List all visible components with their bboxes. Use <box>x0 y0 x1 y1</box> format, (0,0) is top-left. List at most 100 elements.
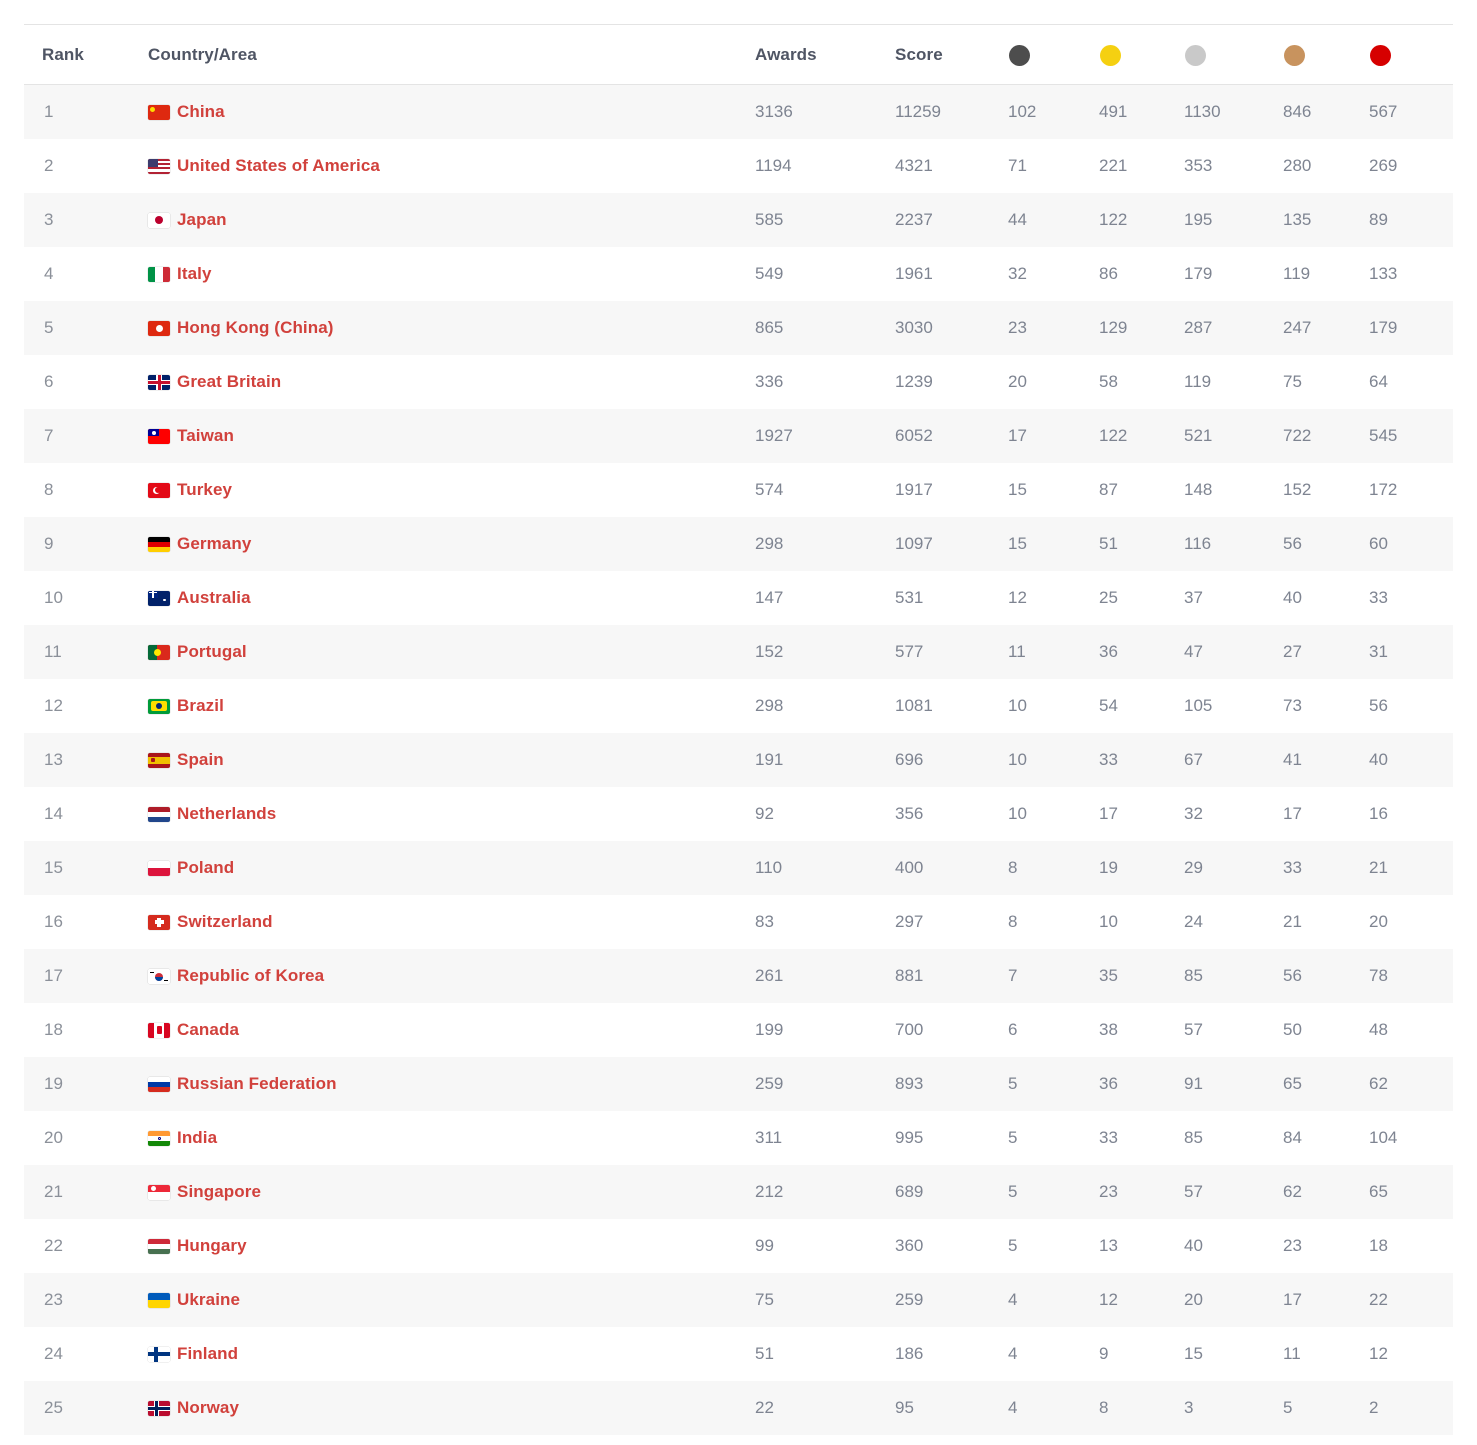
table-row[interactable]: 13 Spain 191 696 10 33 67 41 40 <box>24 733 1453 787</box>
table-row[interactable]: 3 Japan 585 2237 44 122 195 135 89 <box>24 193 1453 247</box>
flag-icon-hk <box>148 320 170 336</box>
table-row[interactable]: 2 United States of America 1194 4321 71 221 35… <box>24 139 1453 193</box>
country-link[interactable]: Switzerland <box>177 912 273 932</box>
table-row[interactable]: 8 Turkey 574 1917 15 87 148 152 172 <box>24 463 1453 517</box>
country-cell: China <box>148 85 755 140</box>
red-medal-cell: 179 <box>1369 318 1398 337</box>
flag-icon-gb <box>148 374 170 390</box>
bronze-medal-icon <box>1284 44 1305 66</box>
score-cell: 1961 <box>895 264 933 283</box>
gold-medal-cell: 33 <box>1099 750 1118 769</box>
country-link[interactable]: China <box>177 102 225 122</box>
table-row[interactable]: 16 Switzerland 83 297 8 10 24 21 20 <box>24 895 1453 949</box>
country-link[interactable]: Singapore <box>177 1182 261 1202</box>
country-link[interactable]: Poland <box>177 858 234 878</box>
country-link[interactable]: Japan <box>177 210 227 230</box>
rank-cell: 24 <box>44 1344 63 1363</box>
flag-icon-ch <box>148 914 170 930</box>
table-row[interactable]: 7 Taiwan 1927 6052 17 122 521 722 545 <box>24 409 1453 463</box>
country-link[interactable]: India <box>177 1128 217 1148</box>
silver-medal-cell: 353 <box>1184 156 1213 175</box>
gold-medal-cell: 51 <box>1099 534 1118 553</box>
country-link[interactable]: Portugal <box>177 642 247 662</box>
silver-medal-cell: 195 <box>1184 210 1213 229</box>
dark-medal-cell: 44 <box>1008 210 1027 229</box>
column-header-red-medal[interactable] <box>1369 24 1453 85</box>
country-link[interactable]: Taiwan <box>177 426 234 446</box>
country-link[interactable]: Canada <box>177 1020 239 1040</box>
country-cell: Italy <box>148 247 755 301</box>
dark-medal-icon <box>1009 44 1030 66</box>
table-row[interactable]: 22 Hungary 99 360 5 13 40 23 18 <box>24 1219 1453 1273</box>
awards-cell: 110 <box>755 858 783 877</box>
country-link[interactable]: Hong Kong (China) <box>177 318 334 338</box>
table-row[interactable]: 5 Hong Kong (China) 865 3030 23 129 287 247 179 <box>24 301 1453 355</box>
country-link[interactable]: Finland <box>177 1344 238 1364</box>
country-link[interactable]: Turkey <box>177 480 232 500</box>
table-row[interactable]: 19 Russian Federation 259 893 5 36 91 65 62 <box>24 1057 1453 1111</box>
column-header-score[interactable]: Score <box>895 24 1008 85</box>
table-row[interactable]: 15 Poland 110 400 8 19 29 33 21 <box>24 841 1453 895</box>
table-body: 1 China 3136 11259 102 491 1130 846 567 2 United S… <box>24 84 1453 1435</box>
country-cell: Germany <box>148 517 755 571</box>
table-row[interactable]: 6 Great Britain 336 1239 20 58 119 75 64 <box>24 355 1453 409</box>
column-header-bronze-medal[interactable] <box>1283 24 1369 85</box>
bronze-medal-cell: 56 <box>1283 966 1302 985</box>
country-link[interactable]: Netherlands <box>177 804 276 824</box>
red-medal-cell: 16 <box>1369 804 1388 823</box>
red-medal-cell: 12 <box>1369 1344 1388 1363</box>
country-link[interactable]: Australia <box>177 588 251 608</box>
bronze-medal-cell: 280 <box>1283 156 1312 175</box>
red-medal-cell: 18 <box>1369 1236 1388 1255</box>
country-link[interactable]: United States of America <box>177 156 380 176</box>
table-row[interactable]: 11 Portugal 152 577 11 36 47 27 31 <box>24 625 1453 679</box>
column-header-gold-medal[interactable] <box>1099 24 1184 85</box>
score-cell: 3030 <box>895 318 933 337</box>
table-row[interactable]: 14 Netherlands 92 356 10 17 32 17 16 <box>24 787 1453 841</box>
table-row[interactable]: 9 Germany 298 1097 15 51 116 56 60 <box>24 517 1453 571</box>
gold-medal-cell: 87 <box>1099 480 1118 499</box>
table-row[interactable]: 17 Republic of Korea 261 881 7 35 85 56 78 <box>24 949 1453 1003</box>
column-header-dark-medal[interactable] <box>1008 24 1099 85</box>
country-link[interactable]: Italy <box>177 264 212 284</box>
country-link[interactable]: Russian Federation <box>177 1074 337 1094</box>
dark-medal-cell: 5 <box>1008 1236 1018 1255</box>
flag-icon-br <box>148 698 170 714</box>
gold-medal-cell: 19 <box>1099 858 1118 877</box>
column-header-country[interactable]: Country/Area <box>148 24 755 85</box>
awards-cell: 22 <box>755 1398 774 1417</box>
gold-medal-cell: 122 <box>1099 210 1128 229</box>
table-row[interactable]: 23 Ukraine 75 259 4 12 20 17 22 <box>24 1273 1453 1327</box>
country-link[interactable]: Germany <box>177 534 251 554</box>
country-link[interactable]: Spain <box>177 750 224 770</box>
gold-medal-cell: 58 <box>1099 372 1118 391</box>
country-link[interactable]: Ukraine <box>177 1290 240 1310</box>
table-row[interactable]: 10 Australia 147 531 12 25 37 40 33 <box>24 571 1453 625</box>
silver-medal-cell: 67 <box>1184 750 1203 769</box>
table-row[interactable]: 25 Norway 22 95 4 8 3 5 2 <box>24 1381 1453 1435</box>
table-row[interactable]: 18 Canada 199 700 6 38 57 50 48 <box>24 1003 1453 1057</box>
rank-cell: 2 <box>44 156 54 175</box>
gold-medal-cell: 10 <box>1099 912 1118 931</box>
flag-icon-ru <box>148 1076 170 1092</box>
table-row[interactable]: 21 Singapore 212 689 5 23 57 62 65 <box>24 1165 1453 1219</box>
country-cell: United States of America <box>148 139 755 193</box>
column-header-rank[interactable]: Rank <box>24 24 148 85</box>
country-link[interactable]: Hungary <box>177 1236 247 1256</box>
table-row[interactable]: 1 China 3136 11259 102 491 1130 846 567 <box>24 84 1453 140</box>
country-link[interactable]: Republic of Korea <box>177 966 324 986</box>
red-medal-cell: 65 <box>1369 1182 1388 1201</box>
red-medal-cell: 545 <box>1369 426 1398 445</box>
rank-cell: 25 <box>44 1398 63 1417</box>
table-row[interactable]: 24 Finland 51 186 4 9 15 11 12 <box>24 1327 1453 1381</box>
table-row[interactable]: 20 India 311 995 5 33 85 84 104 <box>24 1111 1453 1165</box>
table-row[interactable]: 12 Brazil 298 1081 10 54 105 73 56 <box>24 679 1453 733</box>
rank-cell: 16 <box>44 912 63 931</box>
country-link[interactable]: Norway <box>177 1398 239 1418</box>
table-row[interactable]: 4 Italy 549 1961 32 86 179 119 133 <box>24 247 1453 301</box>
country-link[interactable]: Brazil <box>177 696 224 716</box>
red-medal-cell: 89 <box>1369 210 1388 229</box>
column-header-silver-medal[interactable] <box>1184 24 1283 85</box>
country-link[interactable]: Great Britain <box>177 372 281 392</box>
column-header-awards[interactable]: Awards <box>755 24 895 85</box>
